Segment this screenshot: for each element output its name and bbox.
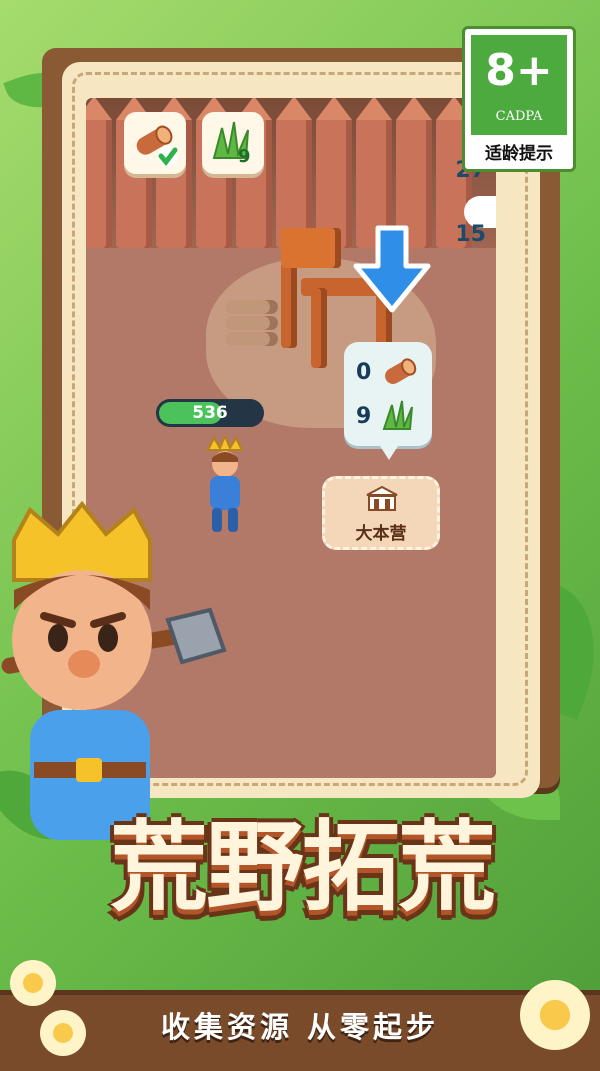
base-camp-label: 大本营 bbox=[355, 524, 407, 544]
grass-resource-tile[interactable]: 9 bbox=[202, 112, 264, 174]
fence-post bbox=[86, 98, 112, 248]
slogan-text: 收集资源 从零起步 bbox=[160, 1010, 440, 1044]
bank-building-icon bbox=[366, 485, 398, 511]
log-pile[interactable] bbox=[226, 298, 286, 358]
flower-decoration bbox=[10, 960, 56, 1006]
health-value: 536 bbox=[192, 403, 228, 423]
grass-bundle-icon bbox=[212, 121, 249, 159]
side-count-2: 15 bbox=[455, 222, 486, 247]
game-title-plate: 荒野拓荒 bbox=[52, 778, 552, 968]
age-rating-top: 8+ CADPA bbox=[471, 35, 567, 135]
player-health-bar: 536 bbox=[156, 399, 264, 427]
age-rating-tip: 适龄提示 bbox=[485, 144, 553, 164]
game-title: 荒野拓荒 bbox=[109, 811, 496, 925]
age-rating-badge: 8+ CADPA 适龄提示 bbox=[462, 26, 576, 172]
flower-decoration bbox=[520, 980, 590, 1050]
wood-resource-tile[interactable] bbox=[124, 112, 186, 174]
age-rating-org: CADPA bbox=[495, 109, 543, 124]
arrow-down-icon bbox=[353, 225, 431, 313]
grass-tile-count: 9 bbox=[238, 146, 251, 167]
wood-log-icon bbox=[385, 358, 417, 384]
wood-log-check-icon bbox=[136, 125, 178, 167]
base-camp-pad[interactable]: 大本营 bbox=[322, 476, 440, 550]
grass-count: 9 bbox=[356, 403, 372, 429]
wood-requirement: 0 bbox=[356, 352, 426, 392]
age-rating-label: 8+ bbox=[485, 45, 553, 96]
build-requirement-bubble: 0 9 bbox=[344, 342, 432, 460]
flower-decoration bbox=[40, 1010, 86, 1056]
wood-count: 0 bbox=[356, 359, 372, 385]
grass-requirement: 9 bbox=[356, 396, 426, 436]
grass-bundle-icon bbox=[382, 400, 413, 430]
